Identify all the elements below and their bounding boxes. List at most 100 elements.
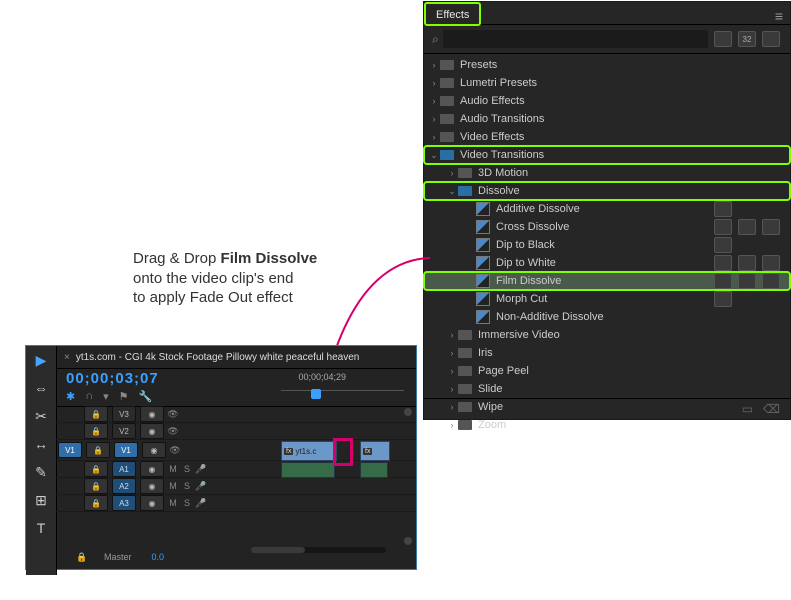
clip-area[interactable]: fx yt1s.c fx	[281, 406, 404, 547]
caret-right-icon[interactable]: ›	[428, 60, 440, 70]
caret-right-icon[interactable]: ›	[446, 420, 458, 430]
preset-dip-to-black[interactable]: Dip to Black	[424, 236, 790, 254]
slip-tool[interactable]: ↔	[32, 436, 50, 454]
preset-cross-dissolve[interactable]: Cross Dissolve	[424, 218, 790, 236]
caret-right-icon[interactable]: ›	[428, 132, 440, 142]
toggle-output-icon[interactable]: ◉	[140, 406, 164, 422]
mute-button[interactable]: M	[166, 464, 180, 474]
preset-additive-dissolve[interactable]: Additive Dissolve	[424, 200, 790, 218]
preset-non-additive-dissolve[interactable]: Non-Additive Dissolve	[424, 308, 790, 326]
folder-lumetri-presets[interactable]: ›Lumetri Presets	[424, 74, 790, 92]
lock-icon[interactable]: 🔒	[84, 495, 108, 511]
solo-button[interactable]: S	[180, 481, 194, 491]
lock-icon[interactable]: 🔒	[84, 423, 108, 439]
mute-button[interactable]: M	[166, 481, 180, 491]
mute-button[interactable]: M	[166, 498, 180, 508]
track-label-v1[interactable]: V1	[114, 442, 138, 458]
toggle-output-icon[interactable]: ◉	[140, 495, 164, 511]
snap-icon[interactable]: ✱	[66, 390, 75, 403]
vscroll-handle-bottom[interactable]	[404, 537, 412, 545]
marker-icon[interactable]: ▾	[103, 390, 109, 403]
master-value[interactable]: 0.0	[152, 552, 165, 562]
time-ruler[interactable]	[281, 390, 404, 405]
caret-right-icon[interactable]: ›	[428, 114, 440, 124]
effects-tab[interactable]: Effects	[424, 2, 481, 26]
track-select-tool[interactable]: ⇔	[32, 380, 50, 398]
caret-right-icon[interactable]: ›	[446, 384, 458, 394]
sequence-tab[interactable]: yt1s.com - CGI 4k Stock Footage Pillowy …	[76, 352, 359, 363]
folder-video-effects[interactable]: ›Video Effects	[424, 128, 790, 146]
audio-clip-2[interactable]	[360, 462, 388, 478]
toggle-output-icon[interactable]: ◉	[142, 442, 166, 458]
preset-dip-to-white[interactable]: Dip to White	[424, 254, 790, 272]
folder-dissolve[interactable]: ⌄Dissolve	[424, 182, 790, 200]
toggle-output-icon[interactable]: ◉	[140, 423, 164, 439]
video-clip-2[interactable]: fx	[360, 441, 390, 461]
mic-icon[interactable]: 🎤	[194, 498, 208, 509]
folder-presets[interactable]: ›Presets	[424, 56, 790, 74]
solo-button[interactable]: S	[180, 464, 194, 474]
linked-selection-icon[interactable]: ∩	[85, 390, 93, 403]
eye-icon[interactable]: 👁	[166, 426, 180, 437]
mic-icon[interactable]: 🎤	[194, 481, 208, 492]
caret-down-icon[interactable]: ⌄	[446, 186, 458, 197]
caret-right-icon[interactable]: ›	[428, 96, 440, 106]
lock-icon[interactable]: 🔒	[84, 406, 108, 422]
caret-right-icon[interactable]: ›	[446, 330, 458, 340]
filter-badge-2[interactable]: 32	[738, 31, 756, 47]
folder-audio-transitions[interactable]: ›Audio Transitions	[424, 110, 790, 128]
new-bin-icon[interactable]: ▭	[742, 402, 753, 416]
playhead[interactable]	[311, 389, 321, 399]
filter-badge-1[interactable]	[714, 31, 732, 47]
pen-tool[interactable]: ✎	[32, 464, 50, 482]
close-icon[interactable]: ×	[64, 352, 70, 363]
effects-search-input[interactable]	[443, 30, 708, 48]
folder-page-peel[interactable]: ›Page Peel	[424, 362, 790, 380]
caret-right-icon[interactable]: ›	[446, 168, 458, 178]
preset-film-dissolve[interactable]: Film Dissolve	[424, 272, 790, 290]
selection-tool[interactable]: ▶	[32, 352, 50, 370]
folder-3d-motion[interactable]: ›3D Motion	[424, 164, 790, 182]
preset-morph-cut[interactable]: Morph Cut	[424, 290, 790, 308]
track-label-v2[interactable]: V2	[112, 423, 136, 439]
timecode-display[interactable]: 00;00;03;07	[66, 370, 159, 387]
caret-right-icon[interactable]: ›	[446, 366, 458, 376]
wrench-icon[interactable]: 🔧	[139, 390, 153, 403]
folder-immersive-video[interactable]: ›Immersive Video	[424, 326, 790, 344]
eye-icon[interactable]: 👁	[168, 445, 182, 456]
track-label-a2[interactable]: A2	[112, 478, 136, 494]
track-label-a3[interactable]: A3	[112, 495, 136, 511]
video-clip[interactable]: fx yt1s.c	[281, 441, 337, 461]
mic-icon[interactable]: 🎤	[194, 464, 208, 475]
track-label-a1[interactable]: A1	[112, 461, 136, 477]
panel-menu-icon[interactable]: ≡	[775, 8, 784, 24]
folder-slide[interactable]: ›Slide	[424, 380, 790, 398]
lock-icon[interactable]: 🔒	[84, 478, 108, 494]
settings-icon[interactable]: ⚑	[119, 390, 129, 403]
hand-tool[interactable]: ⊞	[32, 492, 50, 510]
timeline-zoom-scrollbar[interactable]	[251, 547, 386, 553]
folder-audio-effects[interactable]: ›Audio Effects	[424, 92, 790, 110]
track-label-v3[interactable]: V3	[112, 406, 136, 422]
caret-right-icon[interactable]: ›	[428, 78, 440, 88]
type-tool[interactable]: T	[32, 520, 50, 538]
toggle-output-icon[interactable]: ◉	[140, 461, 164, 477]
filter-badge-3[interactable]	[762, 31, 780, 47]
film-dissolve-drop-target[interactable]	[333, 438, 353, 466]
audio-clip[interactable]	[281, 462, 335, 478]
toggle-output-icon[interactable]: ◉	[140, 478, 164, 494]
eye-icon[interactable]: 👁	[166, 409, 180, 420]
razor-tool[interactable]: ✂	[32, 408, 50, 426]
delete-icon[interactable]: ⌫	[763, 402, 780, 416]
lock-icon[interactable]: 🔒	[86, 442, 110, 458]
caret-right-icon[interactable]: ›	[446, 348, 458, 358]
zoom-thumb[interactable]	[251, 547, 305, 553]
folder-iris[interactable]: ›Iris	[424, 344, 790, 362]
lock-icon[interactable]: 🔒	[84, 461, 108, 477]
caret-down-icon[interactable]: ⌄	[428, 150, 440, 161]
solo-button[interactable]: S	[180, 498, 194, 508]
folder-video-transitions[interactable]: ⌄Video Transitions	[424, 146, 790, 164]
source-v1[interactable]: V1	[58, 442, 82, 458]
vscroll-handle-top[interactable]	[404, 408, 412, 416]
preset-tags	[714, 273, 780, 289]
